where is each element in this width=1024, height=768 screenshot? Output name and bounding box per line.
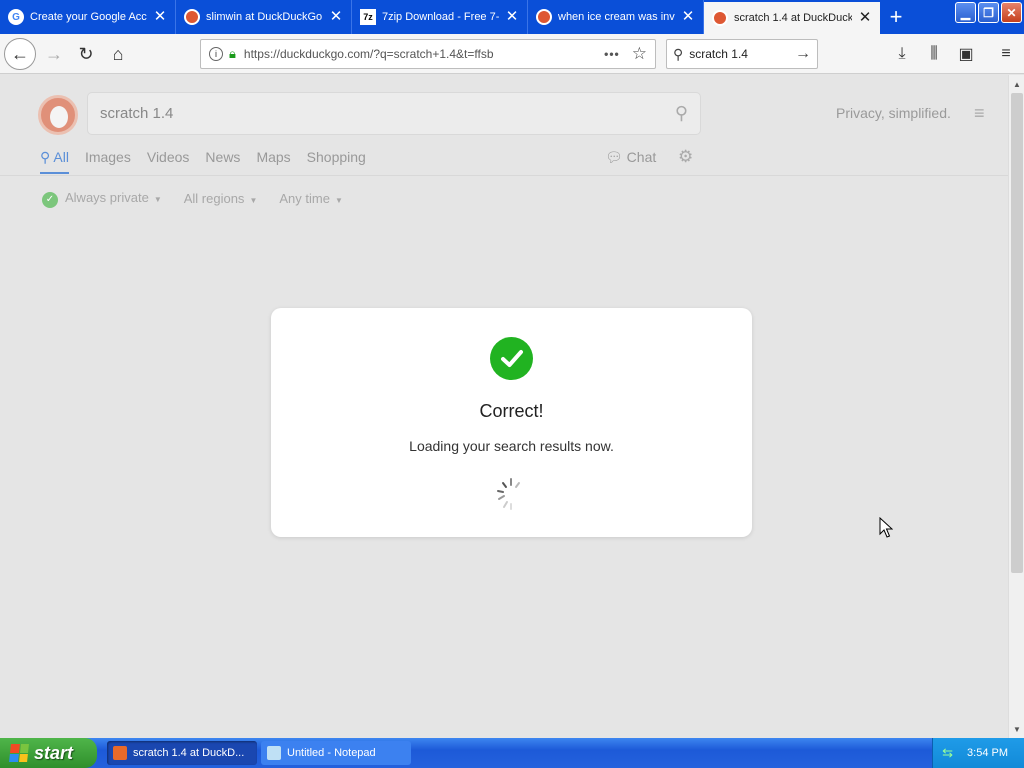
- region-filter[interactable]: All regions ▼: [184, 191, 258, 206]
- result-type-tabs: ⚲ All Images Videos News Maps Shopping: [40, 149, 366, 174]
- back-arrow-icon[interactable]: ←: [4, 38, 36, 70]
- search-value[interactable]: scratch 1.4: [689, 47, 795, 61]
- forward-arrow-icon[interactable]: →: [40, 40, 68, 68]
- url-text[interactable]: https://duckduckgo.com/?q=scratch+1.4&t=…: [244, 47, 604, 61]
- scroll-thumb[interactable]: [1011, 93, 1023, 573]
- taskbar: start scratch 1.4 at DuckD... Untitled -…: [0, 738, 1024, 768]
- page-content: scratch 1.4 ⚲ Privacy, simplified. ≡ ⚲ A…: [0, 75, 1008, 738]
- home-icon[interactable]: ⌂: [104, 40, 132, 68]
- clock[interactable]: 3:54 PM: [967, 747, 1008, 759]
- browser-search-box[interactable]: ⚲ scratch 1.4 →: [666, 39, 818, 69]
- lock-icon[interactable]: 🔒︎: [229, 46, 236, 62]
- tab-ice-cream[interactable]: when ice cream was inv ✕: [528, 0, 704, 34]
- tab-bar: G Create your Google Acc ✕ slimwin at Du…: [0, 0, 1024, 34]
- chat-bubble-icon: 💬︎: [605, 149, 627, 165]
- go-arrow-icon[interactable]: →: [795, 45, 811, 63]
- loading-spinner-icon: [497, 478, 520, 510]
- window-controls: ▁ ❐ ✕: [955, 2, 1022, 23]
- settings-gear-icon[interactable]: ⚙: [678, 147, 693, 167]
- ddg-search-input[interactable]: scratch 1.4 ⚲: [87, 92, 701, 135]
- network-icon[interactable]: ⇆: [942, 745, 953, 761]
- downloads-icon[interactable]: ⤓: [890, 42, 914, 66]
- close-tab-icon[interactable]: ✕: [153, 9, 167, 24]
- minimize-icon[interactable]: ▁: [955, 2, 976, 23]
- tab-google-account[interactable]: G Create your Google Acc ✕: [0, 0, 176, 34]
- tab-maps[interactable]: Maps: [256, 149, 290, 174]
- close-tab-icon[interactable]: ✕: [681, 9, 695, 24]
- close-tab-icon[interactable]: ✕: [329, 9, 343, 24]
- sidebar-icon[interactable]: ▣: [954, 42, 978, 66]
- library-icon[interactable]: ⫼: [922, 42, 946, 66]
- search-icon: ⚲: [40, 149, 54, 165]
- taskbar-item-notepad[interactable]: Untitled - Notepad: [261, 741, 411, 765]
- close-tab-icon[interactable]: ✕: [858, 10, 872, 25]
- mouse-pointer-icon: [879, 517, 893, 538]
- duckduckgo-logo[interactable]: [38, 95, 78, 135]
- tab-images[interactable]: Images: [85, 149, 131, 174]
- scroll-down-icon[interactable]: ▼: [1010, 722, 1024, 736]
- tagline[interactable]: Privacy, simplified.: [836, 105, 951, 121]
- tab-shopping[interactable]: Shopping: [307, 149, 366, 174]
- windows-logo-icon: [9, 744, 29, 762]
- restore-icon[interactable]: ❐: [978, 2, 999, 23]
- check-icon: ✓: [42, 191, 58, 208]
- start-button[interactable]: start: [0, 738, 97, 768]
- tab-title: Create your Google Acc: [30, 11, 147, 23]
- duckduckgo-icon: [184, 9, 200, 25]
- page-actions-icon[interactable]: •••: [604, 47, 620, 61]
- privacy-filter[interactable]: ✓ Always private ▼: [42, 190, 162, 208]
- browser-window: G Create your Google Acc ✕ slimwin at Du…: [0, 0, 1024, 738]
- tab-title: slimwin at DuckDuckGo: [206, 11, 323, 23]
- taskbar-item-firefox[interactable]: scratch 1.4 at DuckD...: [107, 741, 257, 765]
- duckduckgo-icon: [712, 10, 728, 26]
- hamburger-menu-icon[interactable]: ≡: [974, 103, 985, 124]
- scroll-up-icon[interactable]: ▲: [1010, 77, 1024, 91]
- tab-7zip[interactable]: 7z 7zip Download - Free 7- ✕: [352, 0, 528, 34]
- new-tab-button[interactable]: +: [880, 0, 912, 34]
- address-bar[interactable]: i 🔒︎ https://duckduckgo.com/?q=scratch+1…: [200, 39, 656, 69]
- 7zip-icon: 7z: [360, 9, 376, 25]
- tab-videos[interactable]: Videos: [147, 149, 190, 174]
- reload-icon[interactable]: ↻: [72, 40, 100, 68]
- close-tab-icon[interactable]: ✕: [505, 9, 519, 24]
- close-window-icon[interactable]: ✕: [1001, 2, 1022, 23]
- search-icon: ⚲: [673, 45, 684, 62]
- captcha-success-dialog: Correct! Loading your search results now…: [271, 308, 752, 537]
- info-icon[interactable]: i: [209, 47, 223, 61]
- vertical-scrollbar[interactable]: ▲ ▼: [1008, 75, 1024, 738]
- navigation-toolbar: ← → ↻ ⌂ i 🔒︎ https://duckduckgo.com/?q=s…: [0, 34, 1024, 74]
- dialog-title: Correct!: [479, 401, 544, 421]
- tab-slimwin[interactable]: slimwin at DuckDuckGo ✕: [176, 0, 352, 34]
- dialog-message: Loading your search results now.: [409, 438, 614, 454]
- caret-down-icon: ▼: [334, 196, 343, 206]
- tab-all[interactable]: ⚲ All: [40, 149, 69, 174]
- tab-news[interactable]: News: [205, 149, 240, 174]
- notepad-icon: [267, 746, 281, 760]
- caret-down-icon: ▼: [249, 196, 258, 206]
- tab-scratch[interactable]: scratch 1.4 at DuckDuck ✕: [704, 0, 880, 34]
- chat-link[interactable]: 💬︎ Chat: [605, 149, 656, 166]
- search-icon[interactable]: ⚲: [675, 103, 688, 124]
- tab-title: 7zip Download - Free 7-: [382, 11, 499, 23]
- search-filters: ✓ Always private ▼ All regions ▼ Any time ▼: [42, 190, 343, 208]
- duckduckgo-icon: [536, 9, 552, 25]
- google-icon: G: [8, 9, 24, 25]
- bookmark-star-icon[interactable]: ☆: [632, 44, 647, 64]
- system-tray: ⇆ 3:54 PM: [932, 738, 1024, 768]
- tab-title: scratch 1.4 at DuckDuck: [734, 12, 852, 24]
- caret-down-icon: ▼: [153, 195, 162, 204]
- firefox-icon: [113, 746, 127, 760]
- success-check-icon: [490, 337, 533, 380]
- time-filter[interactable]: Any time ▼: [279, 191, 343, 206]
- query-text[interactable]: scratch 1.4: [100, 105, 675, 122]
- divider: [0, 175, 1008, 176]
- menu-icon[interactable]: ≡: [994, 42, 1018, 66]
- tab-title: when ice cream was inv: [558, 11, 675, 23]
